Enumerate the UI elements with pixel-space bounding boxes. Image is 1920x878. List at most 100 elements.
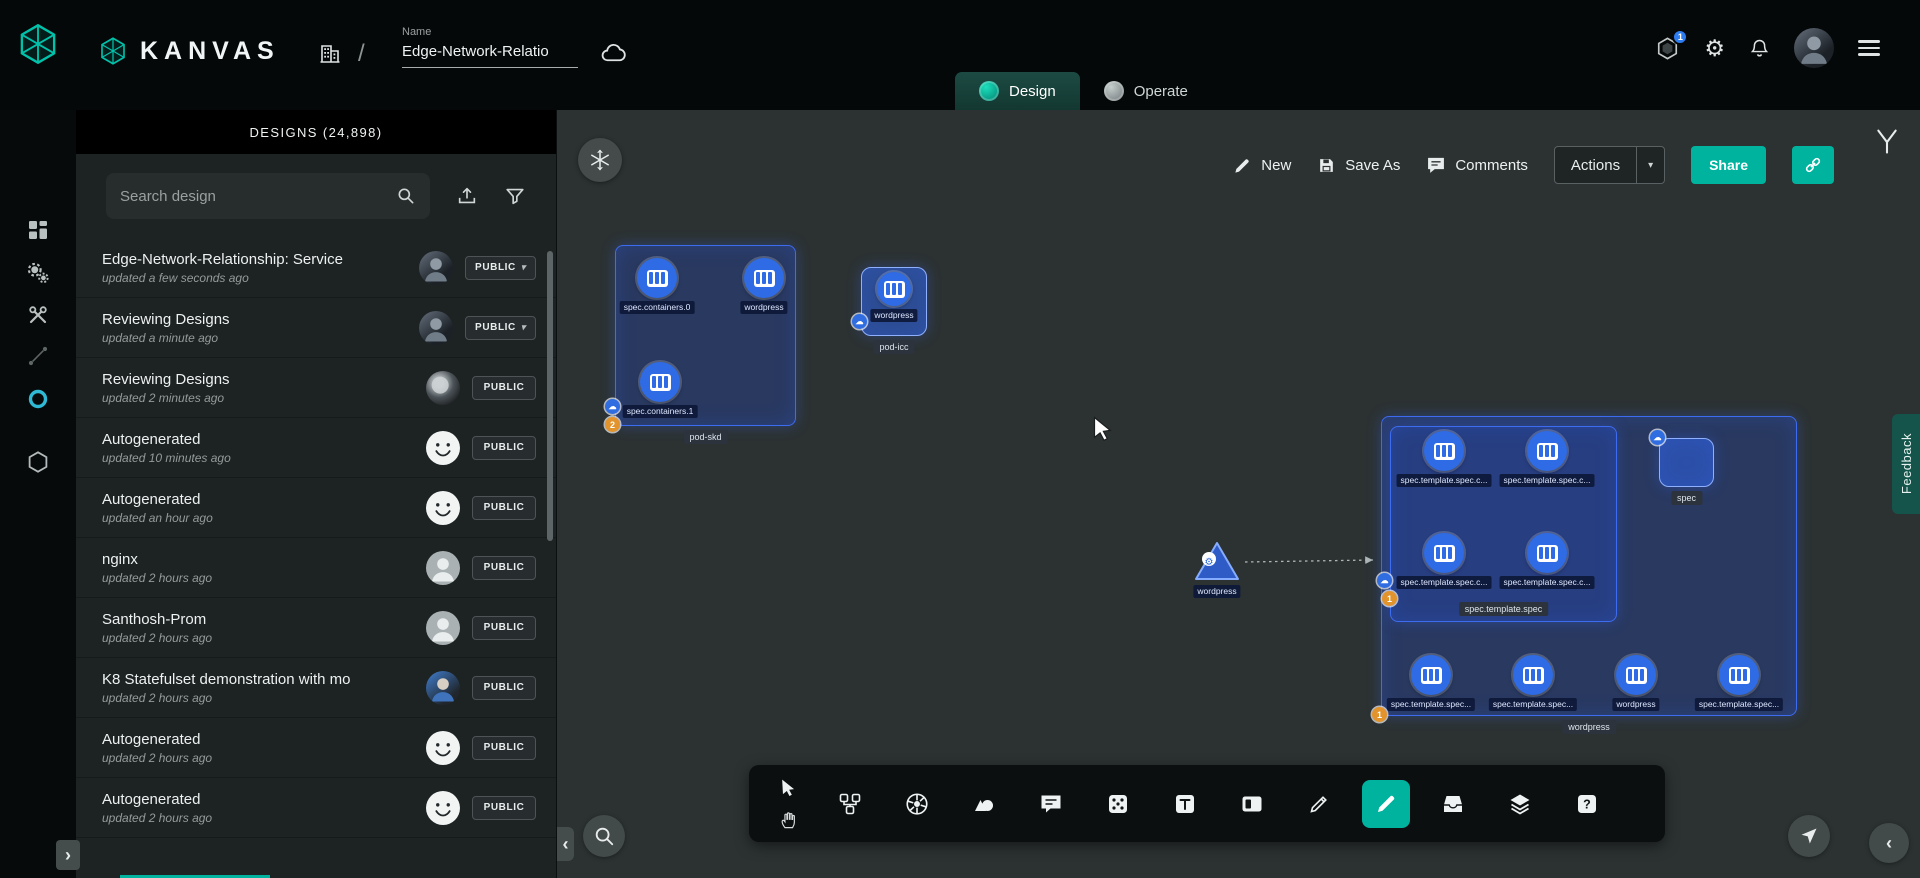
owner-avatar[interactable] [426, 431, 460, 465]
tool-pencil-icon[interactable] [1295, 780, 1343, 828]
design-list-item[interactable]: Autogeneratedupdated an hour agoPUBLIC [76, 478, 556, 538]
design-list-item[interactable]: Autogeneratedupdated 10 minutes agoPUBLI… [76, 418, 556, 478]
nav-extensions-gears-icon[interactable] [0, 260, 76, 286]
expand-right-icon[interactable] [56, 840, 80, 870]
visibility-badge[interactable]: PUBLIC [472, 796, 536, 820]
spec-node[interactable] [1659, 438, 1714, 487]
search-icon[interactable] [396, 186, 416, 206]
design-list-item[interactable]: Santhosh-Promupdated 2 hours agoPUBLIC [76, 598, 556, 658]
kubernetes-container-node[interactable] [1424, 533, 1464, 573]
bell-icon[interactable] [1749, 38, 1770, 59]
share-button[interactable]: Share [1691, 146, 1766, 184]
snowflake-icon[interactable] [578, 138, 622, 182]
chevron-down-icon[interactable] [1636, 147, 1664, 183]
owner-avatar[interactable] [426, 671, 460, 705]
owner-avatar[interactable] [426, 371, 460, 405]
tool-dice-icon[interactable] [1094, 780, 1142, 828]
owner-avatar[interactable] [426, 491, 460, 525]
kubernetes-container-node[interactable] [637, 258, 677, 298]
owner-avatar[interactable] [426, 611, 460, 645]
design-list-item[interactable]: Autogeneratedupdated 2 hours agoPUBLIC [76, 718, 556, 778]
nav-catalog-hexagon-icon[interactable] [0, 450, 76, 474]
panel-scrollbar[interactable] [547, 251, 553, 541]
kanvas-logo-icon[interactable] [16, 22, 60, 66]
kubernetes-container-node[interactable] [1411, 655, 1451, 695]
kubernetes-container-node[interactable] [640, 362, 680, 402]
owner-avatar[interactable] [426, 551, 460, 585]
kubernetes-container-node[interactable] [1424, 431, 1464, 471]
nav-dashboard-icon[interactable] [0, 218, 76, 242]
kubernetes-container-node[interactable] [1527, 431, 1567, 471]
brand[interactable]: KANVAS [98, 36, 280, 66]
copy-link-button[interactable] [1792, 146, 1834, 184]
user-avatar[interactable] [1794, 28, 1834, 68]
tool-shapes-icon[interactable] [960, 780, 1008, 828]
actions-split-button[interactable]: Actions [1554, 146, 1665, 184]
branch-icon[interactable] [1873, 126, 1901, 161]
nav-toolbox-icon[interactable] [0, 303, 76, 327]
tool-drawer-icon[interactable] [1429, 780, 1477, 828]
feedback-tab[interactable]: Feedback [1892, 414, 1920, 514]
design-canvas[interactable]: New Save As Comments Actions Share Feedb… [557, 110, 1920, 878]
kubernetes-container-node[interactable] [1616, 655, 1656, 695]
tab-design[interactable]: Design [955, 72, 1080, 110]
tool-text-icon[interactable] [1161, 780, 1209, 828]
cloud-sync-icon[interactable] [600, 40, 627, 72]
owner-avatar[interactable] [419, 311, 453, 345]
comments-button[interactable]: Comments [1426, 155, 1528, 175]
visibility-badge[interactable]: PUBLIC [465, 316, 536, 340]
design-list-item[interactable]: Edge-Network-Relationship: Serviceupdate… [76, 238, 556, 298]
locate-icon[interactable] [1788, 815, 1830, 857]
visibility-badge[interactable]: PUBLIC [472, 496, 536, 520]
node-label: spec.template.spec.c... [1500, 576, 1595, 589]
tool-layers-icon[interactable] [1496, 780, 1544, 828]
owner-avatar[interactable] [426, 731, 460, 765]
upload-icon[interactable] [456, 185, 478, 207]
visibility-badge[interactable]: PUBLIC [472, 736, 536, 760]
tool-pan-hand-icon[interactable] [773, 805, 803, 835]
tool-select-cursor-icon[interactable] [773, 772, 803, 802]
kubernetes-container-node[interactable] [1527, 533, 1567, 573]
tool-sketch-icon[interactable] [1362, 780, 1410, 828]
design-list-item[interactable]: Autogeneratedupdated 2 hours agoPUBLIC [76, 778, 556, 838]
design-list-item[interactable]: Reviewing Designsupdated 2 minutes agoPU… [76, 358, 556, 418]
collapse-left-icon[interactable] [557, 827, 574, 861]
organization-switcher[interactable]: / [318, 40, 365, 68]
tool-kubernetes-icon[interactable] [893, 780, 941, 828]
visibility-badge[interactable]: PUBLIC [472, 676, 536, 700]
collapse-right-icon[interactable] [1869, 823, 1909, 863]
kubernetes-container-node[interactable] [877, 272, 911, 306]
kubernetes-container-node[interactable] [744, 258, 784, 298]
tool-help-icon[interactable]: ? [1563, 780, 1611, 828]
kubernetes-container-node[interactable] [1513, 655, 1553, 695]
nav-connections-icon[interactable] [0, 387, 76, 411]
menu-icon[interactable] [1858, 40, 1880, 55]
new-button[interactable]: New [1233, 156, 1291, 175]
save-as-button[interactable]: Save As [1317, 156, 1400, 175]
settings-gear-icon[interactable] [1704, 35, 1725, 62]
kubernetes-container-node[interactable] [1719, 655, 1759, 695]
owner-avatar[interactable] [426, 791, 460, 825]
filter-icon[interactable] [504, 185, 526, 207]
nav-path-icon[interactable] [0, 344, 76, 368]
design-name: Edge-Network-Relationship: Service [102, 251, 407, 268]
notifications-hex-icon[interactable]: 1 [1655, 36, 1680, 61]
tool-components-icon[interactable] [826, 780, 874, 828]
tool-comment-icon[interactable] [1027, 780, 1075, 828]
visibility-label: PUBLIC [484, 802, 525, 813]
visibility-badge[interactable]: PUBLIC [472, 556, 536, 580]
design-name-input[interactable] [402, 38, 578, 68]
design-list-item[interactable]: Reviewing Designsupdated a minute agoPUB… [76, 298, 556, 358]
visibility-badge[interactable]: PUBLIC [472, 436, 536, 460]
visibility-badge[interactable]: PUBLIC [472, 616, 536, 640]
search-input[interactable] [120, 188, 396, 205]
visibility-badge[interactable]: PUBLIC [465, 256, 536, 280]
wordpress-site-node[interactable] [1194, 541, 1240, 586]
design-list-item[interactable]: K8 Statefulset demonstration with moupda… [76, 658, 556, 718]
visibility-badge[interactable]: PUBLIC [472, 376, 536, 400]
tab-operate[interactable]: Operate [1080, 72, 1212, 110]
owner-avatar[interactable] [419, 251, 453, 285]
tool-media-icon[interactable] [1228, 780, 1276, 828]
zoom-icon[interactable] [583, 815, 625, 857]
design-list-item[interactable]: nginxupdated 2 hours agoPUBLIC [76, 538, 556, 598]
